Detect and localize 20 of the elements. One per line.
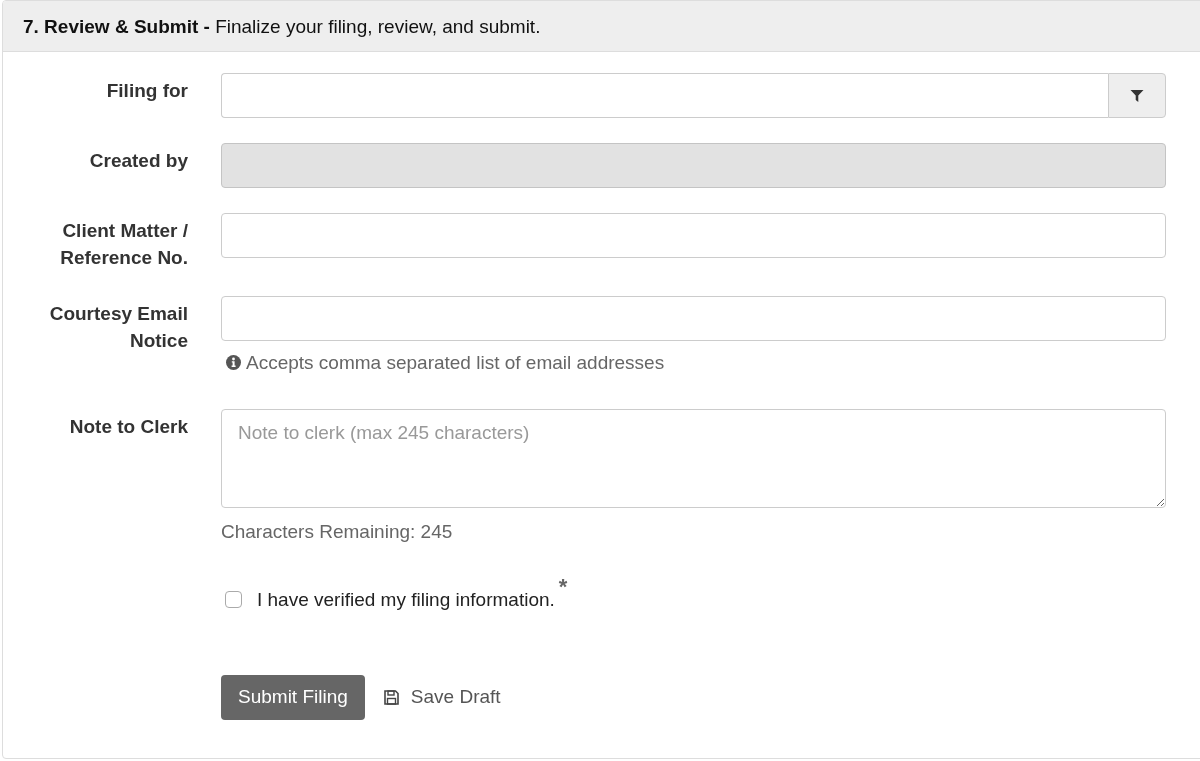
help-text: Accepts comma separated list of email addresses [246,351,665,375]
checkbox-label: I have verified my filing information. [257,588,555,612]
save-draft-link[interactable]: Save Draft [383,683,501,712]
input-field[interactable] [221,296,1166,341]
field-label: Created by [88,149,188,173]
section-title: 7. Review & Submit - Finalize your filing, review, and submit. [23,14,541,39]
character-counter: Characters Remaining: 245 [221,520,453,544]
info-icon [226,355,241,370]
text-area[interactable]: Note to clerk (max 245 characters) [221,409,1166,508]
input-field[interactable] [221,73,1108,118]
input-field[interactable] [221,213,1166,258]
filter-button[interactable] [1108,73,1166,118]
field-label: Client Matter / Reference No. [59,219,188,270]
field-label: Courtesy Email Notice [48,302,188,353]
checkbox[interactable] [225,591,242,608]
required-asterisk: * [558,576,568,598]
field-label: Note to Clerk [68,415,188,439]
filter-icon [1130,88,1144,103]
field-label: Filing for [105,79,188,103]
submit-button[interactable]: Submit Filing [221,675,365,720]
